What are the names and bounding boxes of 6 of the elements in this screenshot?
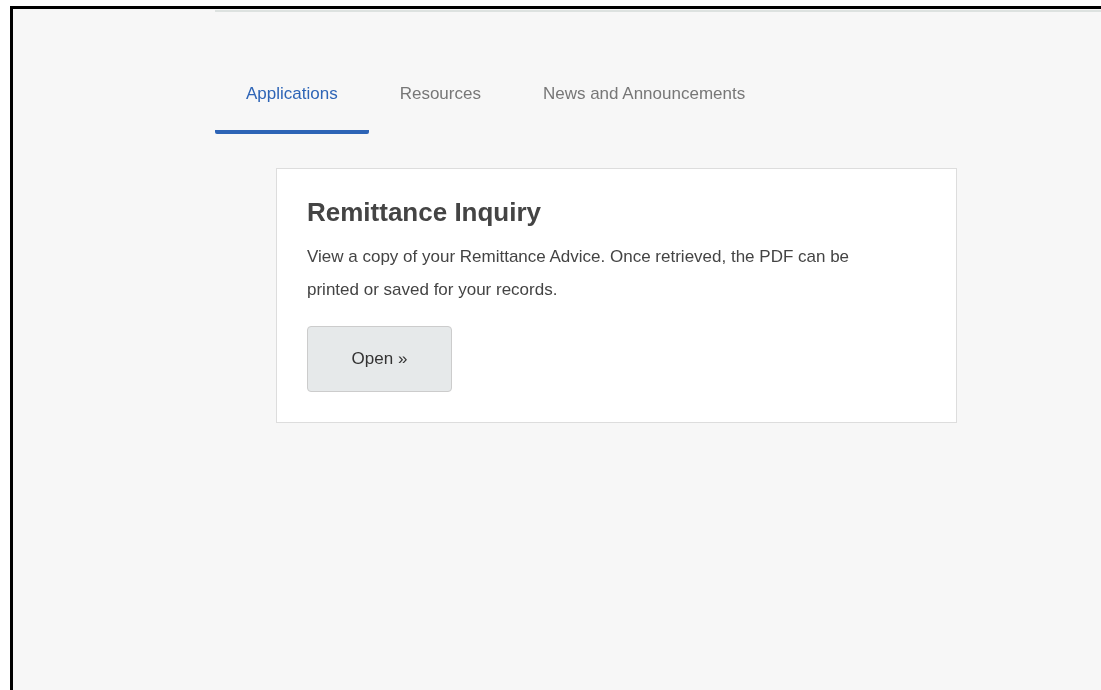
open-button[interactable]: Open » [307,326,452,392]
card-title: Remittance Inquiry [307,197,543,228]
tab[interactable]: News and Announcements [511,70,777,134]
tab[interactable]: Applications [215,70,369,134]
card-description: View a copy of your Remittance Advice. Once retrieved, the PDF can be printed or saved for your records. [307,246,851,301]
tab[interactable]: Resources [368,70,512,134]
